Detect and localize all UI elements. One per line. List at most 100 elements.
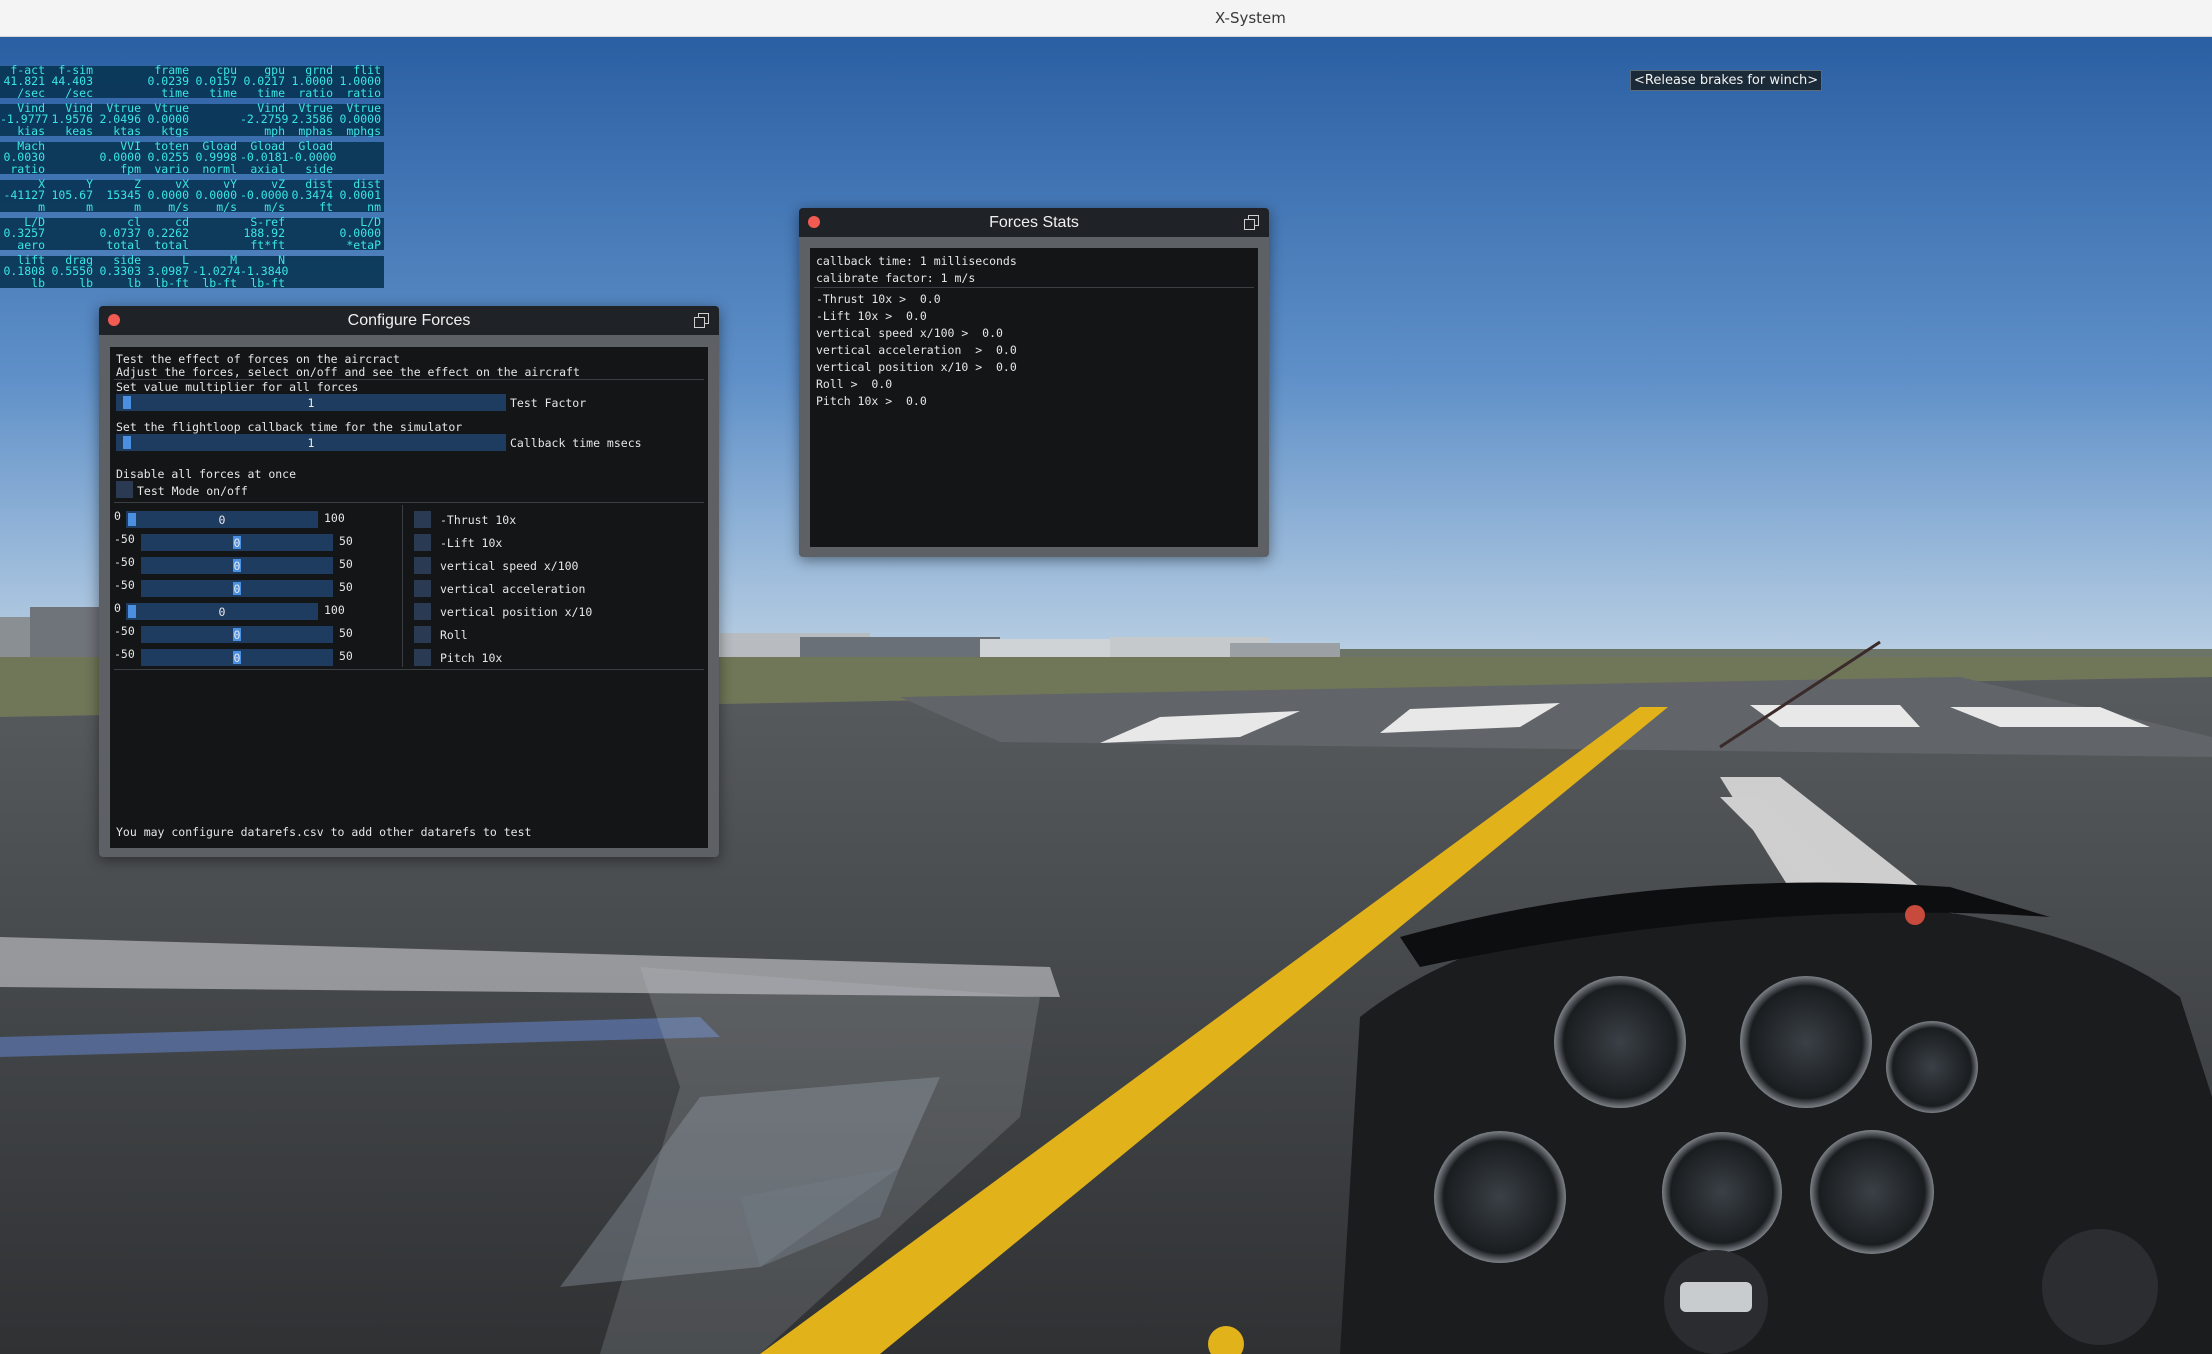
data-cell: Y [86, 178, 93, 191]
test-mode-checkbox[interactable] [116, 481, 133, 498]
force-name: -Lift 10x [440, 536, 503, 550]
force-slider[interactable]: 0 [141, 649, 333, 666]
data-row-values: 0.3257 0.0737 0.2262 188.92 0.0000 [0, 228, 384, 240]
data-cell [288, 240, 336, 252]
data-cell [336, 152, 384, 164]
data-cell [192, 228, 240, 240]
force-slider[interactable]: 0 [141, 534, 333, 551]
data-cell [48, 217, 96, 229]
data-cell: side [113, 254, 141, 267]
force-max: 50 [339, 649, 353, 663]
data-cell: time [257, 87, 285, 100]
winch-message: <Release brakes for winch> [1630, 70, 1823, 91]
data-cell: Z [134, 178, 141, 191]
data-cell: vario [154, 163, 189, 176]
force-slider[interactable]: 0 [141, 557, 333, 574]
force-slider[interactable]: 0 [126, 511, 318, 528]
force-min: -50 [114, 647, 135, 661]
force-slider[interactable]: 0 [126, 603, 318, 620]
force-name: vertical position x/10 [440, 605, 593, 619]
data-cell: Vtrue [106, 102, 141, 115]
data-cell: lb-ft [202, 277, 237, 290]
data-cell [48, 228, 96, 240]
callback-label: Set the flightloop callback time for the… [116, 420, 463, 434]
calibrate-factor-text: calibrate factor: 1 m/s [816, 271, 976, 285]
disable-all-label: Disable all forces at once [116, 467, 297, 481]
force-name: vertical speed x/100 [440, 559, 579, 573]
data-cell: cpu [216, 64, 237, 77]
data-cell: 0.0217 [243, 76, 285, 88]
force-value: 0 [233, 582, 241, 596]
force-toggle-checkbox[interactable] [414, 649, 431, 666]
force-value: 0 [218, 513, 226, 527]
forces-stats-content: callback time: 1 milliseconds calibrate … [810, 248, 1258, 547]
force-toggle-checkbox[interactable] [414, 511, 431, 528]
data-cell: 1.0000 [339, 76, 381, 88]
test-factor-slider[interactable]: 1 [116, 394, 506, 411]
data-cell [336, 141, 384, 153]
data-cell: vX [175, 178, 189, 191]
data-cell: 0.0001 [339, 190, 381, 202]
force-toggle-checkbox[interactable] [414, 557, 431, 574]
force-max: 50 [339, 557, 353, 571]
window-titlebar: X-System [0, 0, 2212, 37]
force-min: 0 [114, 601, 121, 615]
data-cell: toten [154, 140, 189, 153]
data-cell: cl [127, 216, 141, 229]
forces-stats-window[interactable]: Forces Stats callback time: 1 millisecon… [799, 208, 1269, 557]
stat-row: -Thrust 10x > 0.0 [816, 292, 941, 306]
data-cell: 0.3474 [291, 190, 333, 202]
force-slider[interactable]: 0 [141, 626, 333, 643]
data-cell: ratio [346, 87, 381, 100]
data-cell: -1.3840 [240, 266, 288, 278]
data-cell: ktas [113, 125, 141, 138]
force-name: Pitch 10x [440, 651, 503, 665]
data-cell: Vind [17, 102, 45, 115]
multiplier-label: Set value multiplier for all forces [116, 380, 359, 394]
forces-stats-titlebar[interactable]: Forces Stats [799, 208, 1269, 237]
data-cell: 105.67 [51, 190, 93, 202]
callback-value: 1 [307, 436, 315, 450]
data-cell: 0.9998 [195, 152, 237, 164]
test-factor-value: 1 [307, 396, 315, 410]
configure-forces-titlebar[interactable]: Configure Forces [99, 306, 719, 335]
data-cell [336, 164, 384, 176]
data-cell: 0.3303 [99, 266, 141, 278]
data-cell: 0.0157 [195, 76, 237, 88]
data-cell: Gload [250, 140, 285, 153]
force-toggle-checkbox[interactable] [414, 534, 431, 551]
data-cell: mphgs [346, 125, 381, 138]
data-cell: total [106, 239, 141, 252]
callback-time-slider[interactable]: 1 [116, 434, 506, 451]
data-cell: 0.0000 [339, 228, 381, 240]
data-cell: m/s [216, 201, 237, 214]
data-cell: 3.0987 [147, 266, 189, 278]
data-row-values: 41.821 44.403 0.0239 0.0157 0.0217 1.0000 1.00… [0, 76, 384, 88]
force-min: 0 [114, 509, 121, 523]
force-value: 0 [233, 628, 241, 642]
data-cell: -1.0274 [192, 266, 240, 278]
divider [814, 287, 1254, 288]
data-cell: 1.9576 [51, 114, 93, 126]
data-cell: ft*ft [250, 239, 285, 252]
data-cell: -0.0000 [240, 190, 288, 202]
force-toggle-checkbox[interactable] [414, 603, 431, 620]
data-cell: N [278, 254, 285, 267]
force-slider[interactable]: 0 [141, 580, 333, 597]
data-cell [336, 255, 384, 267]
data-cell: -0.0181 [240, 152, 288, 164]
popout-icon[interactable] [694, 313, 709, 328]
data-cell [288, 278, 336, 290]
force-toggle-checkbox[interactable] [414, 626, 431, 643]
popout-icon[interactable] [1244, 215, 1259, 230]
data-cell [288, 228, 336, 240]
data-cell [192, 103, 240, 115]
force-min: -50 [114, 624, 135, 638]
test-factor-label: Test Factor [510, 396, 587, 410]
data-cell: Vtrue [346, 102, 381, 115]
force-max: 50 [339, 626, 353, 640]
force-name: Roll [440, 628, 468, 642]
configure-forces-window[interactable]: Configure Forces Test the effect of forc… [99, 306, 719, 857]
data-cell: lift [17, 254, 45, 267]
force-toggle-checkbox[interactable] [414, 580, 431, 597]
